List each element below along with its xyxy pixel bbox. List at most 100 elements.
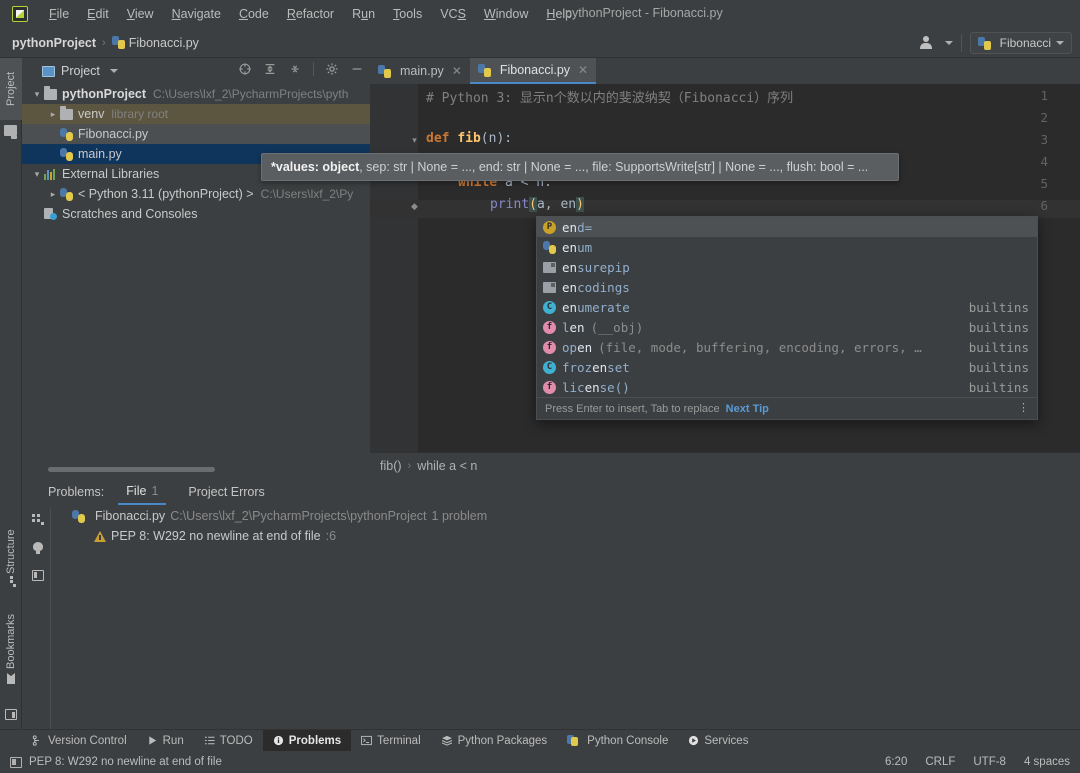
- problems-divider: [50, 508, 51, 731]
- account-chevron-down-icon[interactable]: [944, 41, 953, 45]
- completion-item-enum[interactable]: enum: [537, 237, 1037, 257]
- tool-window-terminal[interactable]: Terminal: [351, 730, 430, 752]
- folder-icon: [44, 85, 57, 100]
- menu-item-code[interactable]: Code: [230, 4, 278, 24]
- project-tree[interactable]: ▾ pythonProject C:\Users\lxf_2\PycharmPr…: [22, 84, 370, 456]
- account-icon[interactable]: [919, 34, 941, 52]
- menu-item-vcs[interactable]: VCS: [431, 4, 475, 24]
- menu-item-view[interactable]: View: [118, 4, 163, 24]
- tool-window-run[interactable]: Run: [137, 730, 194, 752]
- close-icon[interactable]: ✕: [452, 64, 462, 78]
- tool-window-services[interactable]: Services: [678, 730, 758, 752]
- tool-window-version-control[interactable]: Version Control: [22, 730, 137, 752]
- completion-item-license[interactable]: f license() builtins: [537, 377, 1037, 397]
- project-horizontal-scrollbar[interactable]: [48, 467, 215, 472]
- sidebar-item-bookmarks[interactable]: Bookmarks: [0, 603, 22, 695]
- sidebar-item-project[interactable]: Project: [0, 58, 22, 120]
- completion-source: builtins: [968, 339, 1029, 355]
- completion-label: license(): [562, 379, 630, 395]
- editor-tab-main-py[interactable]: main.py ✕: [370, 58, 470, 84]
- chevron-right-icon[interactable]: ▸: [46, 109, 60, 120]
- menu-item-file[interactable]: File: [40, 4, 78, 24]
- menu-item-tools[interactable]: Tools: [384, 4, 431, 24]
- gear-icon[interactable]: [325, 62, 339, 76]
- collapse-all-icon[interactable]: [288, 62, 302, 76]
- problems-tab-project-errors[interactable]: Project Errors: [180, 481, 272, 504]
- group-by-icon[interactable]: [31, 514, 45, 526]
- project-view-chevron-down-icon[interactable]: [109, 69, 118, 73]
- expand-all-icon[interactable]: [263, 62, 277, 76]
- run-configuration-selector[interactable]: Fibonacci: [969, 32, 1072, 54]
- tree-node-pythonproject[interactable]: ▾ pythonProject C:\Users\lxf_2\PycharmPr…: [22, 84, 370, 104]
- tab-label: File: [126, 483, 147, 498]
- problems-issue-row[interactable]: PEP 8: W292 no newline at end of file :6: [72, 526, 487, 546]
- line-number: 5: [1040, 176, 1048, 191]
- project-folder-icon[interactable]: [0, 120, 22, 142]
- fold-collapse-icon[interactable]: ▾: [410, 136, 419, 145]
- tree-node-scratches[interactable]: Scratches and Consoles: [22, 204, 370, 224]
- completion-item-encodings[interactable]: encodings: [537, 277, 1037, 297]
- menu-item-edit[interactable]: Edit: [78, 4, 118, 24]
- run-configuration-label: Fibonacci: [999, 36, 1051, 50]
- tree-node-venv[interactable]: ▸ venv library root: [22, 104, 370, 124]
- scroll-from-source-icon[interactable]: [238, 62, 252, 76]
- tool-window-bar: Version Control Run TODO Problems Termin…: [0, 729, 1080, 752]
- code-line-3: def fib(n):: [426, 131, 513, 146]
- tree-node-fibonacci-py[interactable]: Fibonacci.py: [22, 124, 370, 144]
- scratches-icon: [44, 208, 57, 220]
- tool-window-label: Python Console: [587, 734, 669, 747]
- breadcrumb-project[interactable]: pythonProject: [12, 36, 96, 50]
- breadcrumb-separator: ›: [407, 459, 412, 472]
- next-tip-link[interactable]: Next Tip: [726, 403, 769, 415]
- menu-item-navigate[interactable]: Navigate: [163, 4, 230, 24]
- indent-setting[interactable]: 4 spaces: [1024, 756, 1070, 768]
- info-icon: [273, 735, 283, 746]
- completion-item-frozenset[interactable]: C frozenset builtins: [537, 357, 1037, 377]
- left-strip-extra-icon[interactable]: [0, 703, 22, 727]
- chevron-right-icon[interactable]: ▸: [46, 189, 60, 200]
- chevron-down-icon[interactable]: ▾: [30, 169, 44, 180]
- problems-tab-file[interactable]: File 1: [118, 480, 167, 505]
- code-completion-popup[interactable]: P end= enum ensurepip encodings C enumer…: [536, 216, 1038, 420]
- problems-file-row[interactable]: Fibonacci.py C:\Users\lxf_2\PycharmProje…: [72, 506, 487, 526]
- breadcrumb-fib[interactable]: fib(): [380, 459, 402, 473]
- completion-item-len[interactable]: f len (__obj) builtins: [537, 317, 1037, 337]
- menu-item-refactor[interactable]: Refactor: [278, 4, 343, 24]
- problems-tool-window: Problems: File 1 Project Errors Fibonacci…: [22, 478, 1080, 731]
- menu-item-run[interactable]: Run: [343, 4, 384, 24]
- line-number: 1: [1040, 88, 1048, 103]
- breadcrumb-file[interactable]: Fibonacci.py: [129, 36, 199, 50]
- completion-item-ensurepip[interactable]: ensurepip: [537, 257, 1037, 277]
- completion-item-enumerate[interactable]: C enumerate builtins: [537, 297, 1037, 317]
- tool-window-todo[interactable]: TODO: [194, 730, 263, 752]
- line-separator[interactable]: CRLF: [925, 756, 955, 768]
- editor-tab-fibonacci-py[interactable]: Fibonacci.py ✕: [469, 58, 597, 84]
- completion-label: frozenset: [562, 359, 630, 375]
- more-options-icon[interactable]: ⋮: [1018, 403, 1029, 414]
- caret-position[interactable]: 6:20: [885, 756, 907, 768]
- status-message-icon[interactable]: [10, 756, 22, 768]
- completion-item-end[interactable]: P end=: [537, 217, 1037, 237]
- menu-item-window[interactable]: Window: [475, 4, 537, 24]
- inspection-bulb-icon[interactable]: [33, 542, 43, 554]
- warning-icon: [94, 530, 106, 542]
- completion-item-open[interactable]: f open (file, mode, buffering, encoding, …: [537, 337, 1037, 357]
- fold-marker-icon[interactable]: ◆: [410, 202, 419, 211]
- status-message: PEP 8: W292 no newline at end of file: [29, 756, 222, 768]
- tool-window-problems[interactable]: Problems: [262, 729, 352, 752]
- problems-file-count: 1 problem: [431, 509, 488, 523]
- code-line-6: print(a, en): [490, 197, 584, 212]
- chevron-down-icon[interactable]: ▾: [30, 89, 44, 100]
- file-encoding[interactable]: UTF-8: [973, 756, 1006, 768]
- tool-window-label: Problems: [288, 734, 342, 747]
- tool-window-python-console[interactable]: Python Console: [557, 730, 678, 752]
- sidebar-item-structure[interactable]: Structure: [0, 518, 22, 598]
- hide-panel-icon[interactable]: [350, 62, 364, 76]
- tree-node-python-sdk[interactable]: ▸ < Python 3.11 (pythonProject) > C:\Use…: [22, 184, 370, 204]
- preview-panel-icon[interactable]: [32, 570, 44, 581]
- tool-window-python-packages[interactable]: Python Packages: [431, 730, 558, 752]
- completion-label: len: [562, 319, 585, 335]
- breadcrumb-while[interactable]: while a < n: [417, 459, 477, 473]
- close-icon[interactable]: ✕: [578, 63, 588, 77]
- completion-label: end=: [562, 219, 593, 235]
